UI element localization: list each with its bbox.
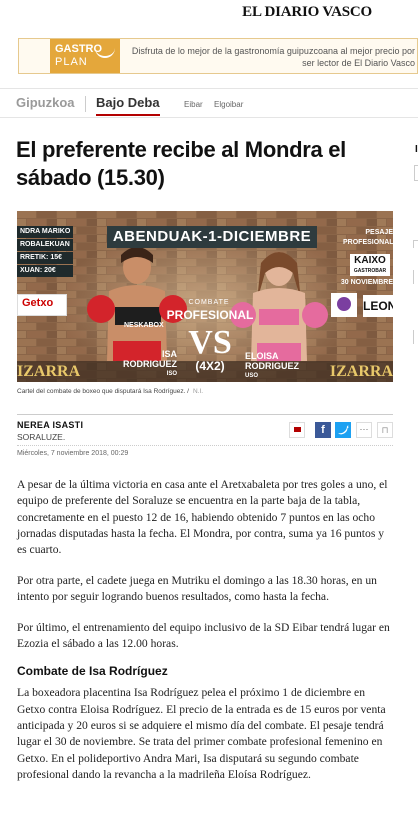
sidebar-cut: I: [410, 130, 418, 390]
poster-combate: COMBATE: [188, 299, 230, 306]
poster-shirt-text: NESKABOX: [124, 322, 164, 329]
kaixo-sub: GASTROBAR: [353, 268, 387, 274]
poster-weighin-date: 30 NOVIEMBRE: [340, 279, 393, 286]
more-options-icon[interactable]: ···: [356, 422, 372, 438]
poster-vs: VS: [188, 324, 232, 361]
boxer-right-org: USO: [245, 373, 259, 379]
kaixo-name: KAIXO: [354, 255, 386, 266]
poster-bottom-left: IZARRA: [17, 363, 81, 380]
article-paragraph: Por otra parte, el cadete juega en Mutri…: [17, 573, 377, 604]
image-caption: Cartel del combate de boxeo que disputar…: [17, 388, 203, 395]
poster-boxer-right: ELOISA RODRIGUEZ USO: [245, 351, 315, 381]
poster-right-line: PESAJE: [365, 229, 393, 236]
byline: NEREA ISASTI SORALUZE. Miércoles, 7 novi…: [17, 414, 393, 457]
poster-left-info: NDRA MARIKO ROBALEKUAN RRETIK: 15€ XUAN:…: [17, 226, 74, 278]
poster-sponsor-logo: [331, 293, 357, 317]
comment-icon[interactable]: [289, 422, 305, 438]
poster-boxer-left: ISA RODRIGUEZ ISO: [97, 349, 177, 379]
article-paragraph: A pesar de la última victoria en casa an…: [17, 478, 388, 557]
sidebar-box: [413, 330, 418, 344]
site-logo[interactable]: EL DIARIO VASCO: [242, 4, 372, 21]
top-bar: EL DIARIO VASCO: [0, 0, 418, 28]
nav-sub-elgoibar[interactable]: Elgoibar: [214, 100, 243, 109]
section-nav: Gipuzkoa Bajo Deba Eibar Elgoibar: [0, 88, 418, 118]
poster-left-line: NDRA MARIKO: [17, 226, 74, 238]
gastroplan-logo: GASTRO PLAN: [50, 39, 120, 73]
boxer-right-last: RODRIGUEZ: [245, 361, 299, 371]
boxer-right-first: ELOISA: [245, 351, 279, 361]
poster-left-line: RRETIK: 15€: [17, 252, 74, 264]
gastroplan-banner[interactable]: GASTRO PLAN Disfruta de lo mejor de la g…: [18, 38, 418, 74]
poster-profesional: PROFESIONAL: [166, 308, 254, 322]
article-image[interactable]: ABENDUAK-1-DICIEMBRE NDRA MARIKO ROBALEK…: [17, 211, 393, 382]
nav-section-bajo-deba[interactable]: Bajo Deba: [96, 95, 160, 116]
sidebar-box: [413, 270, 418, 284]
article-paragraph: Por último, el entrenamiento del equipo …: [17, 621, 390, 651]
nav-divider: [85, 96, 86, 112]
facebook-icon[interactable]: f: [315, 422, 331, 438]
sidebar-box: [413, 240, 418, 248]
sidebar-initial: I: [415, 144, 418, 155]
poster-format: (4X2): [195, 359, 225, 373]
sidebar-box: [414, 165, 418, 181]
poster-sponsor-leon: LEON: [363, 295, 393, 317]
caption-text: Cartel del combate de boxeo que disputar…: [17, 388, 189, 395]
boxer-left-last: RODRIGUEZ: [123, 359, 177, 369]
nav-sub-eibar[interactable]: Eibar: [184, 100, 203, 109]
poster-left-line: ROBALEKUAN: [17, 239, 74, 251]
article-headline: El preferente recibe al Mondra el sábado…: [16, 137, 346, 190]
gastroplan-logo-line2: PLAN: [55, 56, 88, 68]
byline-divider: [17, 445, 393, 446]
bookmark-icon[interactable]: ⊓: [377, 422, 393, 438]
poster-title: ABENDUAK-1-DICIEMBRE: [107, 226, 317, 248]
poster-bottom-right: IZARRA: [329, 363, 393, 380]
poster-sponsor-getxo: Getxo: [17, 294, 67, 316]
poster-sponsor-kaixo: KAIXO GASTROBAR: [350, 254, 390, 276]
article-subheading: Combate de Isa Rodríguez: [17, 664, 168, 679]
twitter-bird-icon: [338, 425, 349, 435]
article-body: A pesar de la última victoria en casa an…: [17, 477, 395, 798]
publish-date: Miércoles, 7 noviembre 2018, 00:29: [17, 450, 129, 457]
poster-right-info: PESAJE PROFESIONAL: [343, 228, 393, 248]
poster-right-line: PROFESIONAL: [343, 239, 393, 246]
boxer-left-org: ISO: [166, 371, 177, 377]
boxer-left-first: ISA: [161, 349, 177, 359]
caption-credit: N.I.: [193, 388, 204, 395]
article-paragraph: La boxeadora placentina Isa Rodríguez pe…: [17, 686, 386, 781]
poster-left-line: XUAN: 20€: [17, 265, 74, 277]
banner-text: Disfruta de lo mejor de la gastronomía g…: [131, 46, 415, 68]
twitter-icon[interactable]: [335, 422, 351, 438]
nav-region-gipuzkoa[interactable]: Gipuzkoa: [16, 95, 75, 110]
